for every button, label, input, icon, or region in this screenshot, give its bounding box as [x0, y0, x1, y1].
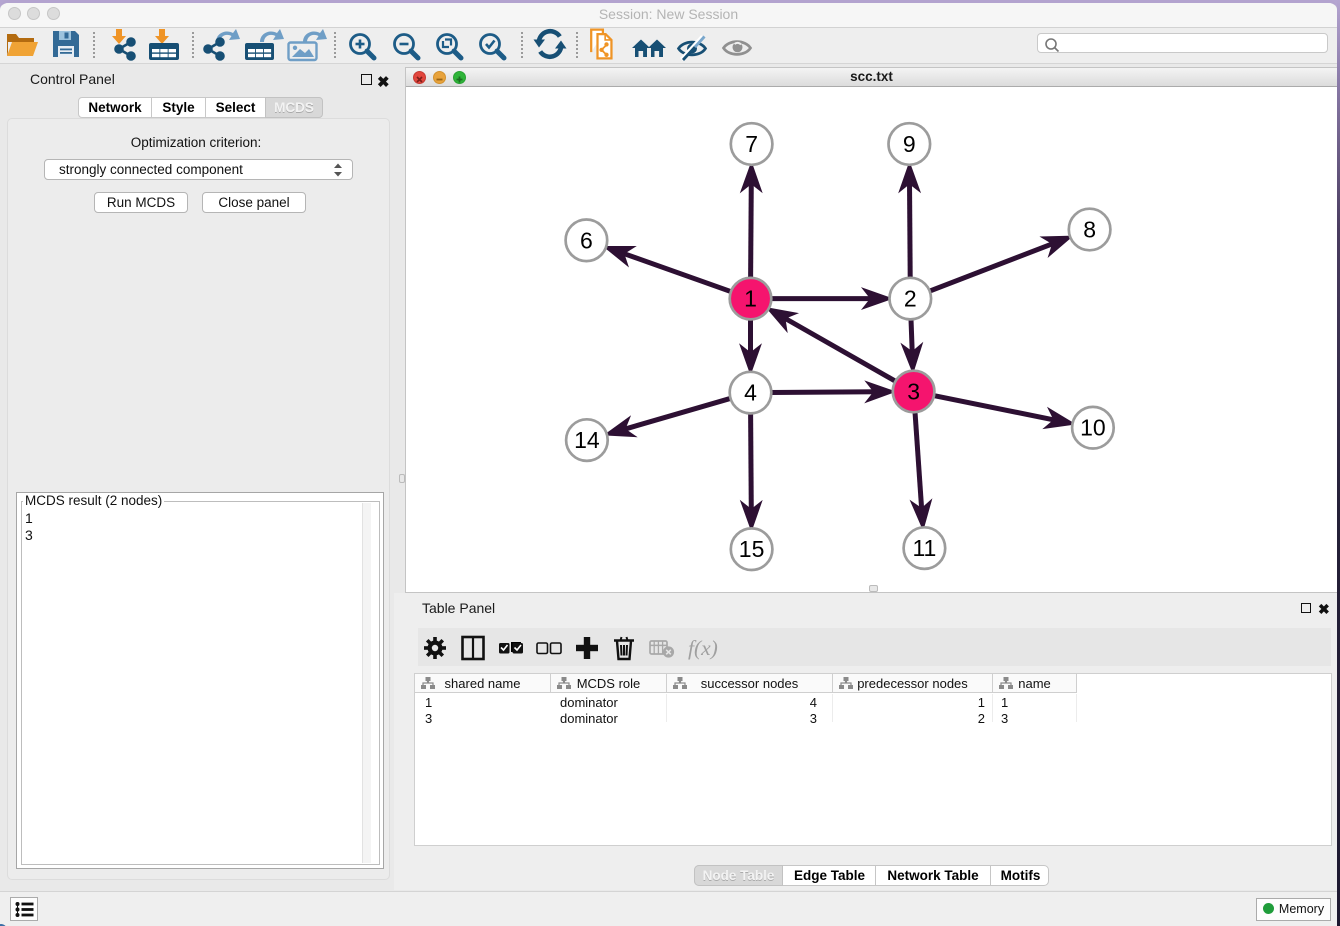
- svg-text:11: 11: [912, 535, 936, 561]
- svg-text:8: 8: [1083, 217, 1096, 243]
- svg-text:1: 1: [744, 286, 757, 312]
- svg-text:15: 15: [739, 536, 765, 562]
- svg-text:14: 14: [574, 427, 600, 453]
- svg-text:2: 2: [904, 286, 917, 312]
- svg-text:7: 7: [745, 131, 758, 157]
- svg-text:6: 6: [580, 227, 593, 253]
- svg-text:9: 9: [903, 131, 916, 157]
- svg-text:f(x): f(x): [688, 636, 718, 660]
- svg-text:10: 10: [1080, 415, 1106, 441]
- svg-text:3: 3: [907, 379, 920, 405]
- svg-text:4: 4: [744, 380, 757, 406]
